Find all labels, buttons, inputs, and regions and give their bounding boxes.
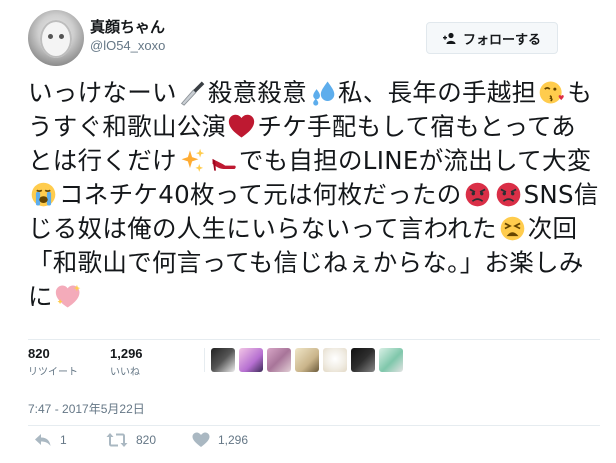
reply-button[interactable]: 1: [34, 432, 67, 448]
liker-avatar-6[interactable]: [351, 348, 375, 372]
liker-avatar-7[interactable]: [379, 348, 403, 372]
tweet-text-segment: コネチケ40枚って元は何枚だったの: [59, 180, 462, 209]
loudly-crying-face-emoji: [30, 181, 57, 208]
red-heart-emoji: [228, 113, 255, 140]
display-name[interactable]: 真顔ちゃん: [90, 16, 165, 37]
tweet-timestamp[interactable]: 7:47 - 2017年5月22日: [28, 400, 145, 417]
avatar-eye: [59, 34, 64, 39]
pouting-face-emoji: [495, 181, 522, 208]
retweet-label: リツイート: [28, 367, 78, 378]
knife-emoji: [179, 79, 206, 106]
sweat-droplets-emoji: [309, 79, 336, 106]
tweet-stats: 820 リツイート 1,296 いいね: [28, 339, 600, 388]
reply-icon: [35, 434, 51, 446]
reply-count: 1: [60, 433, 67, 447]
retweet-count: 820: [28, 346, 50, 361]
liker-avatar-5[interactable]: [323, 348, 347, 372]
like-stat[interactable]: 1,296 いいね: [110, 346, 143, 378]
tweet-header: 真顔ちゃん @lO54_xoxo フォローする: [28, 10, 598, 66]
follow-button[interactable]: フォローする: [426, 22, 558, 54]
liker-avatars: [204, 348, 403, 372]
liker-avatar-1[interactable]: [211, 348, 235, 372]
like-button[interactable]: 1,296: [192, 432, 248, 448]
retweet-icon: [106, 433, 128, 447]
heart-icon: [192, 432, 210, 447]
user-avatar[interactable]: [28, 10, 84, 66]
follow-button-label: フォローする: [462, 32, 541, 48]
retweet-stat[interactable]: 820 リツイート: [28, 346, 78, 378]
pouting-face-emoji: [464, 181, 491, 208]
weary-face-emoji: [499, 215, 526, 242]
screen-name[interactable]: @lO54_xoxo: [90, 38, 165, 53]
liker-avatar-2[interactable]: [239, 348, 263, 372]
tweet-text: いっけなーい 殺意殺意 私、長年の手越担 もうすぐ和歌山公演 チケ手配もして宿もとってあ…: [28, 76, 600, 314]
avatar-face: [40, 20, 72, 58]
like-count: 1,296: [110, 346, 143, 361]
liker-avatar-3[interactable]: [267, 348, 291, 372]
liker-avatar-4[interactable]: [295, 348, 319, 372]
tweet-text-segment: 殺意殺意: [207, 78, 308, 107]
tweet-actions: 1 820 1,296: [28, 425, 600, 456]
tweet-text-segment: でも自担のLINEが流出して大変: [238, 146, 592, 175]
face-blowing-kiss-emoji: [538, 79, 565, 106]
retweet-action-count: 820: [136, 433, 157, 447]
tweet-text-segment: いっけなーい: [28, 78, 177, 107]
add-user-icon: [442, 32, 456, 44]
avatar-eye: [48, 34, 53, 39]
high-heel-emoji: [210, 147, 237, 174]
sparkles-emoji: [179, 147, 206, 174]
like-action-count: 1,296: [218, 433, 249, 447]
like-label: いいね: [110, 367, 140, 378]
retweet-button[interactable]: 820: [106, 432, 156, 448]
sparkling-heart-emoji: [55, 283, 82, 310]
tweet-text-segment: 私、長年の手越担: [338, 78, 537, 107]
